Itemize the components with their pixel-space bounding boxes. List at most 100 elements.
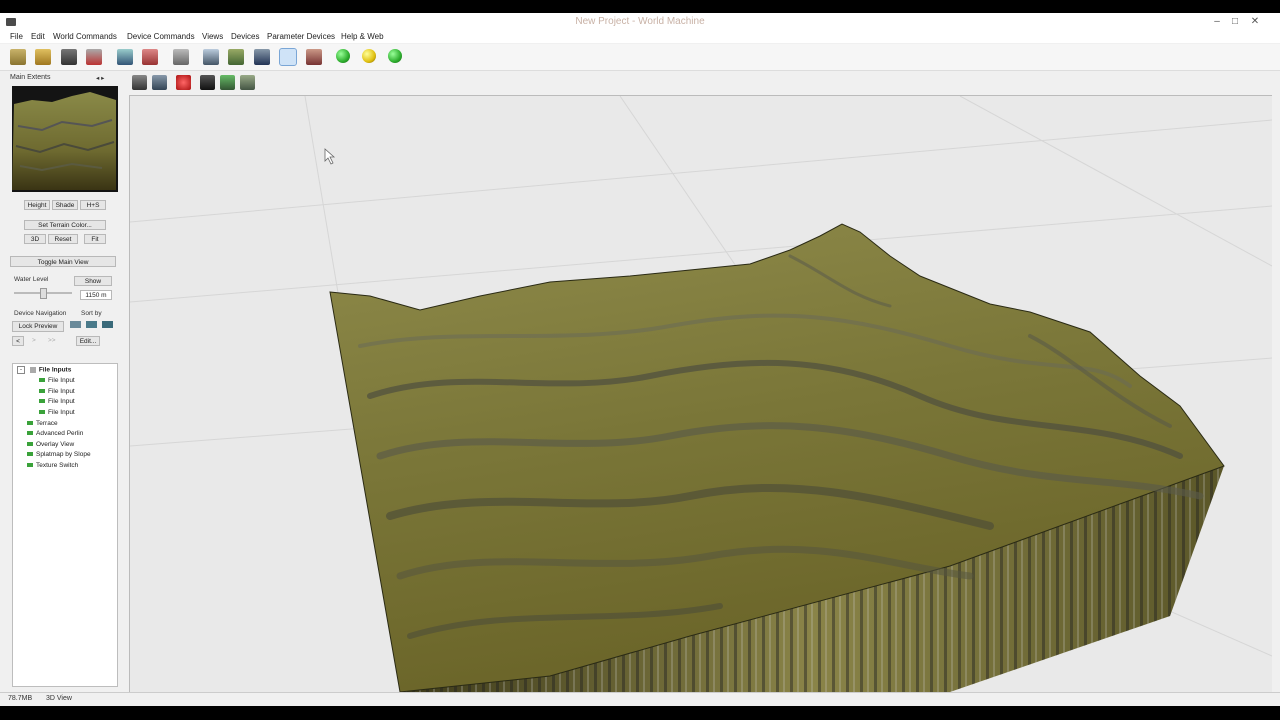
3d-view-icon[interactable]	[279, 48, 297, 66]
tree-item-label: File Input	[48, 377, 75, 384]
tree-item-label: Splatmap by Slope	[36, 451, 91, 458]
new-project-icon[interactable]	[10, 49, 26, 65]
tree-item[interactable]: Splatmap by Slope	[27, 451, 91, 458]
menu-bar: File Edit World Commands Device Commands…	[0, 31, 1280, 43]
3d-viewport[interactable]	[129, 95, 1272, 692]
side-panel-title: Main Extents	[10, 74, 51, 81]
tree-item-label: Advanced Perlin	[36, 430, 84, 437]
device-icon	[39, 399, 45, 404]
tree-item[interactable]: Texture Switch	[27, 462, 78, 469]
side-panel: Main Extents ◂ ▸ Height Shade H+S Set Te…	[8, 72, 120, 689]
tree-item[interactable]: File Input	[39, 388, 75, 395]
device-tree: - File Inputs File Input File Input File…	[12, 363, 118, 687]
minimize-button[interactable]: –	[1210, 15, 1224, 28]
sort-by-label: Sort by	[81, 310, 102, 317]
device-icon	[39, 378, 45, 383]
tree-item-label: File Input	[48, 398, 75, 405]
set-terrain-color-button[interactable]: Set Terrain Color...	[24, 220, 106, 230]
build-icon[interactable]	[117, 49, 133, 65]
nav-back-button[interactable]: <	[12, 336, 24, 346]
sort-type-icon[interactable]	[70, 321, 81, 328]
record-icon[interactable]	[176, 75, 191, 90]
water-slider-thumb[interactable]	[40, 288, 47, 299]
tree-group-file-inputs[interactable]: - File Inputs	[17, 366, 71, 374]
texture-view-icon[interactable]	[306, 49, 322, 65]
build-normal-icon[interactable]	[336, 49, 350, 63]
app-window: New Project - World Machine – □ ✕ File E…	[0, 13, 1280, 706]
tree-item-label: Texture Switch	[36, 462, 79, 469]
close-button[interactable]: ✕	[1248, 15, 1262, 28]
menu-help-web[interactable]: Help & Web	[341, 32, 384, 41]
nav-forward-button[interactable]: >	[32, 337, 36, 344]
mouse-cursor-icon	[324, 148, 336, 165]
build-full-icon[interactable]	[388, 49, 402, 63]
status-bar: 78.7MB 3D View	[0, 692, 1280, 706]
device-icon	[27, 442, 33, 447]
device-icon	[27, 452, 33, 457]
toggle-main-view-button[interactable]: Toggle Main View	[10, 256, 116, 267]
view-status: 3D View	[46, 695, 72, 702]
title-bar: New Project - World Machine – □ ✕	[0, 13, 1280, 31]
menu-file[interactable]: File	[10, 32, 23, 41]
terrain-view-icon[interactable]	[228, 49, 244, 65]
window-title: New Project - World Machine	[575, 16, 705, 27]
tree-item[interactable]: File Input	[39, 409, 75, 416]
panel-arrows-icon[interactable]: ◂ ▸	[96, 74, 104, 82]
wireframe-icon[interactable]	[240, 75, 255, 90]
tree-item-label: Overlay View	[36, 441, 75, 448]
collapse-icon[interactable]: -	[17, 366, 25, 374]
sort-name-icon[interactable]	[86, 321, 97, 328]
edit-button[interactable]: Edit...	[76, 336, 100, 346]
screen: New Project - World Machine – □ ✕ File E…	[0, 0, 1280, 720]
texture-toggle-icon[interactable]	[220, 75, 235, 90]
height-view-button[interactable]: Height	[24, 200, 50, 210]
render-settings-icon[interactable]	[152, 75, 167, 90]
menu-views[interactable]: Views	[202, 32, 223, 41]
terrain-thumbnail	[12, 86, 118, 192]
export-icon[interactable]	[86, 49, 102, 65]
show-water-button[interactable]: Show	[74, 276, 112, 286]
shade-view-button[interactable]: Shade	[52, 200, 78, 210]
reset-button[interactable]: Reset	[48, 234, 78, 244]
camera-icon[interactable]	[132, 75, 147, 90]
render-view-icon[interactable]	[254, 49, 270, 65]
fit-button[interactable]: Fit	[84, 234, 106, 244]
tree-item-label: File Input	[48, 388, 75, 395]
tree-item[interactable]: File Input	[39, 377, 75, 384]
stop-build-icon[interactable]	[142, 49, 158, 65]
open-folder-icon[interactable]	[35, 49, 51, 65]
tree-item[interactable]: Advanced Perlin	[27, 430, 83, 437]
menu-devices[interactable]: Devices	[231, 32, 259, 41]
view-toolbar	[129, 72, 1280, 94]
menu-device-commands[interactable]: Device Commands	[127, 32, 195, 41]
nav-forward-all-button[interactable]: >>	[48, 337, 56, 344]
lighting-icon[interactable]	[200, 75, 215, 90]
device-icon	[39, 410, 45, 415]
save-icon[interactable]	[61, 49, 77, 65]
tree-group-label: File Inputs	[38, 366, 72, 374]
device-view-icon[interactable]	[173, 49, 189, 65]
layout-view-icon[interactable]	[203, 49, 219, 65]
tree-item-label: File Input	[48, 409, 75, 416]
tree-item[interactable]: Overlay View	[27, 441, 74, 448]
memory-status: 78.7MB	[8, 695, 33, 702]
tree-item[interactable]: Terrace	[27, 420, 58, 427]
build-preview-icon[interactable]	[362, 49, 376, 63]
device-icon	[27, 421, 33, 426]
sort-order-icon[interactable]	[102, 321, 113, 328]
group-icon	[29, 367, 36, 373]
terrain-render	[130, 96, 1272, 692]
tree-item[interactable]: File Input	[39, 398, 75, 405]
lock-preview-button[interactable]: Lock Preview	[12, 321, 64, 332]
water-level-input[interactable]: 1150 m	[80, 290, 112, 300]
menu-edit[interactable]: Edit	[31, 32, 45, 41]
menu-world-commands[interactable]: World Commands	[53, 32, 117, 41]
device-icon	[39, 389, 45, 394]
menu-parameter-devices[interactable]: Parameter Devices	[267, 32, 335, 41]
3d-button[interactable]: 3D	[24, 234, 46, 244]
height-shade-view-button[interactable]: H+S	[80, 200, 106, 210]
maximize-button[interactable]: □	[1228, 15, 1242, 28]
device-icon	[27, 463, 33, 468]
device-navigation-label: Device Navigation	[14, 310, 67, 317]
device-icon	[27, 431, 33, 436]
